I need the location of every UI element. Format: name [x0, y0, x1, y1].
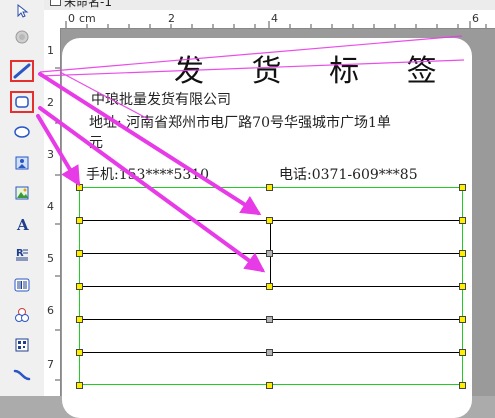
- text-tool-button[interactable]: A: [10, 213, 34, 235]
- qrcode-tool-button[interactable]: [10, 334, 34, 356]
- line-handle[interactable]: [76, 250, 83, 257]
- svg-text:R: R: [16, 248, 24, 259]
- address-line-1[interactable]: 地址: 河南省郑州市电厂路70号华强城市广场1单: [89, 112, 391, 132]
- vertical-ruler: 1 2 3 4 5 6 7: [44, 28, 61, 396]
- picture-tool-button[interactable]: [10, 182, 34, 204]
- line-handle[interactable]: [76, 316, 83, 323]
- ellipse-icon: [13, 125, 31, 139]
- vruler-mark-5: 5: [47, 252, 54, 265]
- rounded-rect-icon: [14, 95, 30, 109]
- ellipse-tool-button[interactable]: [10, 121, 34, 143]
- rounded-rect-tool-button[interactable]: [10, 91, 34, 113]
- picture-icon: [14, 185, 30, 201]
- vruler-mark-7: 7: [47, 358, 54, 371]
- ruler-mark-2: 2: [168, 12, 175, 25]
- vruler-mark-6: 6: [47, 304, 54, 317]
- resize-handle[interactable]: [76, 382, 83, 389]
- address-line-2[interactable]: 元: [89, 132, 103, 152]
- line-handle[interactable]: [459, 250, 466, 257]
- barcode-icon: [14, 277, 30, 293]
- label-title[interactable]: 发 货 标 签: [174, 46, 456, 90]
- ruler-unit: cm: [79, 12, 96, 25]
- select-tool-button[interactable]: [10, 0, 34, 22]
- vruler-mark-4: 4: [47, 200, 54, 213]
- mobile-phone[interactable]: 手机:153****5310: [86, 164, 209, 184]
- pan-tool-button[interactable]: [10, 26, 34, 48]
- vruler-mark-1: 1: [47, 44, 54, 57]
- line-handle[interactable]: [76, 217, 83, 224]
- resize-handle[interactable]: [266, 184, 273, 191]
- barcode-tool-button[interactable]: [10, 274, 34, 296]
- horizontal-ruler: 0 cm 2 4 6: [60, 10, 495, 29]
- hand-icon: [14, 29, 30, 45]
- line-handle[interactable]: [459, 316, 466, 323]
- rich-text-icon: R: [14, 246, 30, 262]
- document-tab[interactable]: 未命名-1: [44, 0, 495, 10]
- shape-tool-button[interactable]: [10, 304, 34, 326]
- text-icon: A: [14, 216, 30, 232]
- vruler-mark-2: 2: [47, 96, 54, 109]
- resize-handle[interactable]: [266, 382, 273, 389]
- line-handle[interactable]: [266, 349, 273, 356]
- line-handle[interactable]: [459, 283, 466, 290]
- image-tool-button[interactable]: [10, 152, 34, 174]
- resize-handle[interactable]: [459, 184, 466, 191]
- image-icon: [14, 155, 30, 171]
- rich-text-tool-button[interactable]: R: [10, 243, 34, 265]
- line-handle[interactable]: [459, 349, 466, 356]
- line-tool-button[interactable]: [10, 60, 34, 82]
- pointer-icon: [15, 4, 29, 18]
- curve-icon: [13, 367, 31, 383]
- ruler-corner: [44, 10, 61, 29]
- line-handle[interactable]: [266, 217, 273, 224]
- line-icon: [13, 63, 31, 79]
- telephone[interactable]: 电话:0371-609***85: [279, 164, 418, 184]
- company-name[interactable]: 中琅批量发货有限公司: [91, 89, 231, 109]
- curve-tool-button[interactable]: [10, 364, 34, 386]
- document-title: 未命名-1: [64, 0, 112, 9]
- ruler-mark-0: 0: [68, 12, 75, 25]
- ruler-mark-4: 4: [271, 12, 278, 25]
- tool-palette: A R: [0, 0, 45, 396]
- document-checkbox[interactable]: [50, 0, 61, 6]
- svg-text:A: A: [16, 216, 29, 232]
- resize-handle[interactable]: [76, 184, 83, 191]
- line-handle[interactable]: [459, 217, 466, 224]
- resize-handle[interactable]: [459, 382, 466, 389]
- line-handle[interactable]: [266, 316, 273, 323]
- line-handle[interactable]: [266, 283, 273, 290]
- line-handle[interactable]: [266, 250, 273, 257]
- qrcode-icon: [14, 337, 30, 353]
- line-handle[interactable]: [76, 349, 83, 356]
- shapes-icon: [14, 307, 30, 323]
- line-handle[interactable]: [76, 283, 83, 290]
- ruler-mark-6: 6: [472, 12, 479, 25]
- vruler-mark-3: 3: [47, 148, 54, 161]
